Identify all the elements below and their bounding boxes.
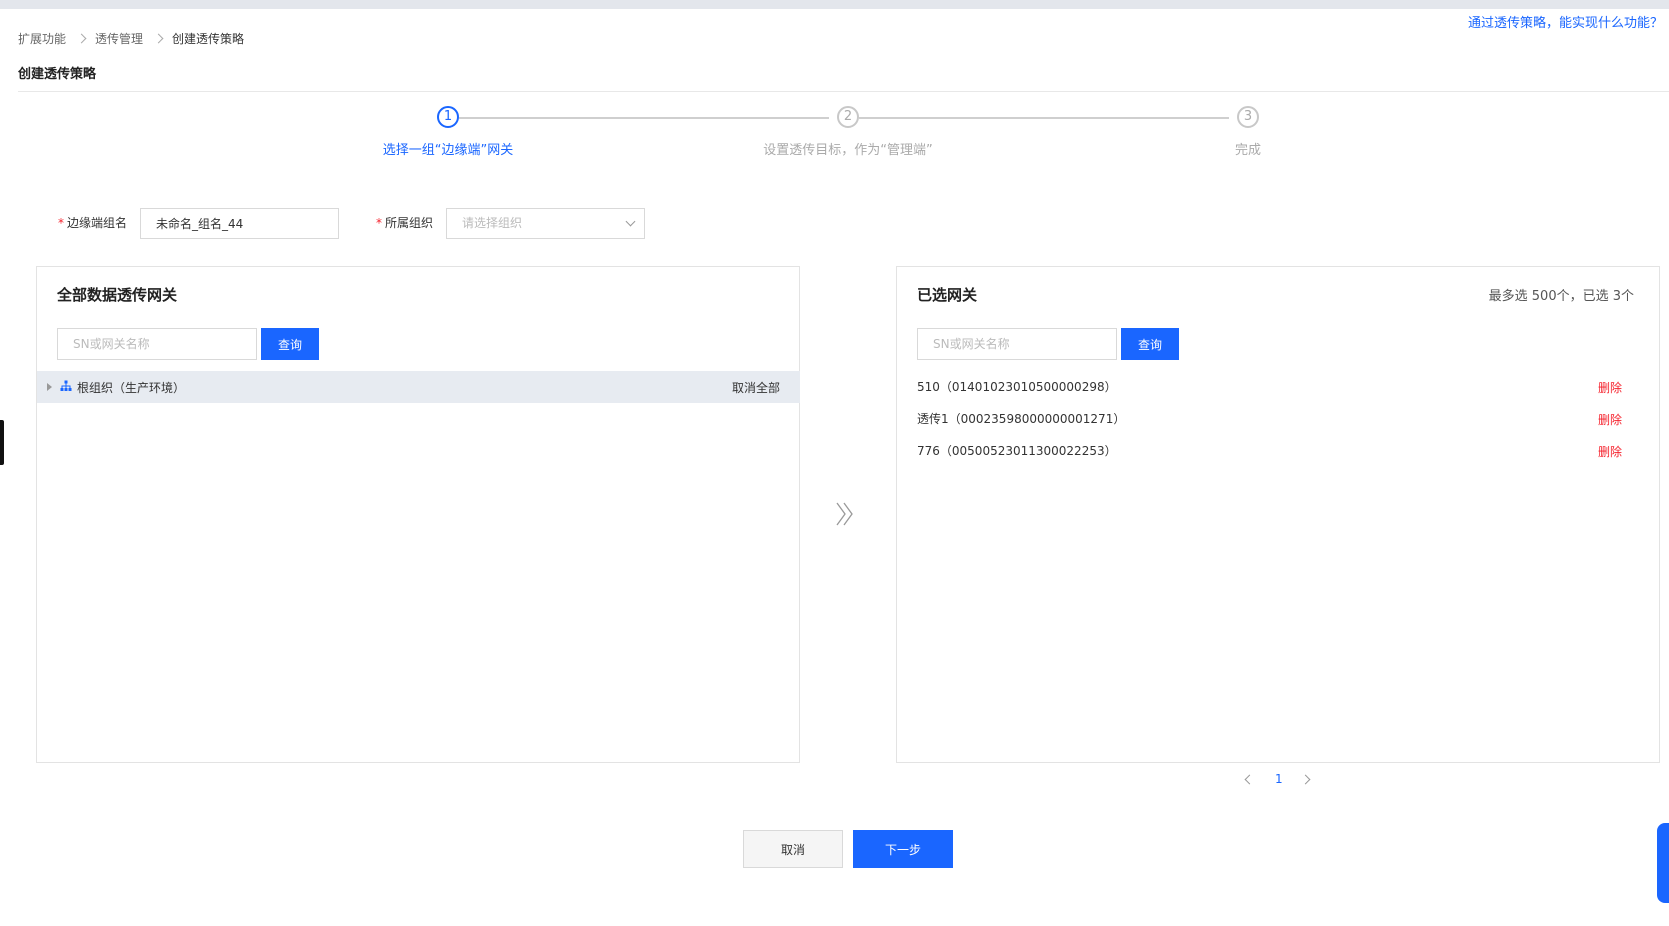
selected-gateways-title: 已选网关 xyxy=(917,286,978,304)
top-bar xyxy=(0,0,1669,9)
selected-count: 最多选 500个，已选 3个 xyxy=(1488,289,1634,304)
right-search-input[interactable] xyxy=(917,328,1117,360)
prev-page-icon[interactable] xyxy=(1244,774,1255,785)
next-step-button[interactable]: 下一步 xyxy=(853,830,953,868)
step-3-label: 完成 xyxy=(1234,143,1262,158)
left-search-button[interactable]: 查询 xyxy=(261,328,319,360)
step-2-label: 设置透传目标，作为“管理端” xyxy=(763,143,933,158)
all-gateways-panel: 全部数据透传网关 查询 根组织（生产环境） 取消全部 xyxy=(36,266,800,763)
step-1-indicator: 1 xyxy=(437,106,459,128)
delete-button[interactable]: 删除 xyxy=(1598,411,1622,428)
delete-button[interactable]: 删除 xyxy=(1598,443,1622,460)
chevron-down-icon xyxy=(625,216,636,227)
org-select-placeholder: 请选择组织 xyxy=(462,216,523,230)
floating-help-widget[interactable] xyxy=(1657,823,1669,903)
org-select[interactable]: 请选择组织 xyxy=(446,208,645,239)
org-tree-icon xyxy=(60,380,72,391)
double-chevron-right-icon xyxy=(836,502,853,526)
next-page-icon[interactable] xyxy=(1300,774,1311,785)
selected-gateways-panel: 已选网关 最多选 500个，已选 3个 查询 510（0140102301050… xyxy=(896,266,1660,763)
list-item: 776（00500523011300022253） xyxy=(917,444,1117,458)
caret-right-icon[interactable] xyxy=(47,383,52,391)
left-search-input[interactable] xyxy=(57,328,257,360)
list-item: 透传1（00023598000000001271） xyxy=(917,412,1126,426)
chevron-right-icon xyxy=(76,33,87,44)
right-search-button[interactable]: 查询 xyxy=(1121,328,1179,360)
chevron-right-icon xyxy=(153,33,164,44)
step-2-indicator: 2 xyxy=(837,106,859,128)
tree-root-row[interactable]: 根组织（生产环境） 取消全部 xyxy=(37,371,800,403)
cancel-all-button[interactable]: 取消全部 xyxy=(732,379,780,396)
side-handle[interactable] xyxy=(0,420,4,465)
list-item: 510（01401023010500000298） xyxy=(917,380,1117,394)
group-name-input[interactable] xyxy=(140,208,339,239)
step-3-indicator: 3 xyxy=(1237,106,1259,128)
breadcrumb-item-extensions[interactable]: 扩展功能 xyxy=(18,30,66,47)
breadcrumb-item-transparent-mgmt[interactable]: 透传管理 xyxy=(95,30,143,47)
delete-button[interactable]: 删除 xyxy=(1598,379,1622,396)
help-link[interactable]: 通过透传策略，能实现什么功能？ xyxy=(1468,12,1663,31)
step-1-label: 选择一组“边缘端”网关 xyxy=(382,143,514,158)
breadcrumb-item-current: 创建透传策略 xyxy=(172,32,245,46)
divider xyxy=(18,91,1669,92)
page-number[interactable]: 1 xyxy=(1275,772,1283,786)
step-connector xyxy=(859,117,1229,119)
cancel-button[interactable]: 取消 xyxy=(743,830,843,868)
step-connector xyxy=(459,117,829,119)
group-name-label: * 边缘端组名 xyxy=(58,216,128,230)
org-label: * 所属组织 xyxy=(376,216,434,230)
breadcrumb: 扩展功能 透传管理 创建透传策略 xyxy=(18,30,244,47)
tree-root-label: 根组织（生产环境） xyxy=(77,381,186,395)
all-gateways-title: 全部数据透传网关 xyxy=(57,286,178,304)
page-title: 创建透传策略 xyxy=(18,67,97,82)
